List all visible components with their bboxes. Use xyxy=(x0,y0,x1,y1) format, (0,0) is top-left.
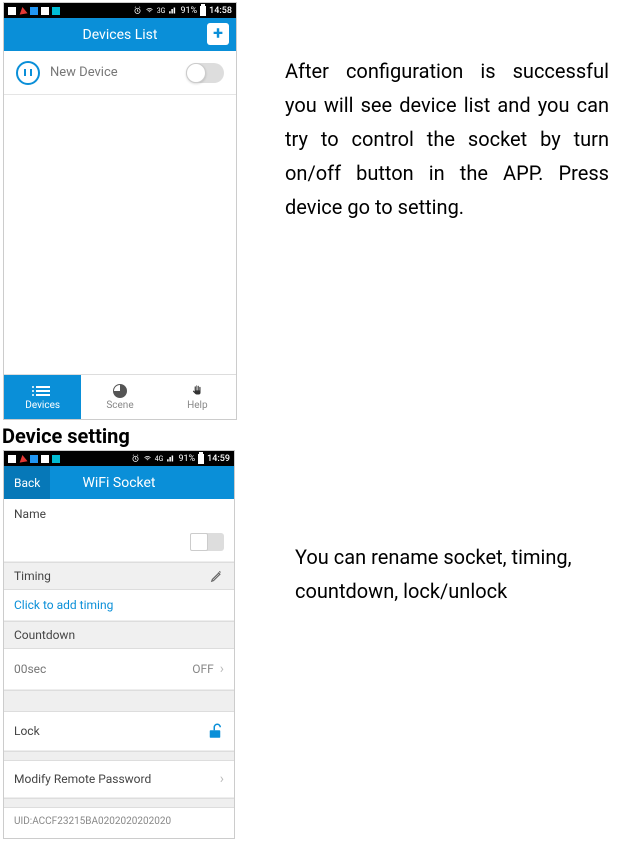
countdown-state: OFF xyxy=(192,662,214,676)
tab-label: Scene xyxy=(106,400,133,411)
countdown-row[interactable]: 00sec OFF › xyxy=(4,649,234,690)
modify-password-label: Modify Remote Password xyxy=(14,772,151,786)
alarm-icon xyxy=(131,454,140,463)
back-label: Back xyxy=(14,476,40,490)
chevron-right-icon: › xyxy=(220,661,224,677)
hand-icon xyxy=(188,384,206,398)
notif-icon xyxy=(52,455,60,463)
chevron-right-icon: › xyxy=(220,771,224,787)
lock-label: Lock xyxy=(14,724,40,738)
android-status-bar: 3G 91% 14:58 xyxy=(4,3,236,18)
name-input-row[interactable] xyxy=(4,523,234,562)
name-toggle[interactable] xyxy=(190,533,224,551)
list-icon xyxy=(34,384,52,398)
android-status-bar: 4G 91% 14:59 xyxy=(4,451,234,466)
battery-icon xyxy=(198,454,204,464)
tab-label: Help xyxy=(187,400,207,411)
screenshot-devices-list: 3G 91% 14:58 Devices List + New Device xyxy=(3,2,237,420)
lock-row[interactable]: Lock xyxy=(4,712,234,751)
notif-icon xyxy=(52,7,60,15)
timing-label-text: Timing xyxy=(14,569,51,583)
section-heading: Device setting xyxy=(2,424,629,448)
name-section-label: Name xyxy=(4,499,234,523)
add-timing-link[interactable]: Click to add timing xyxy=(4,590,234,621)
pie-icon xyxy=(111,384,129,398)
countdown-section-label: Countdown xyxy=(4,621,234,649)
wifi-icon xyxy=(143,454,152,463)
screenshot-wifi-socket: 4G 91% 14:59 Back WiFi Socket Name xyxy=(3,450,235,839)
tab-help[interactable]: Help xyxy=(159,375,236,419)
notif-icon xyxy=(30,7,38,15)
doc-paragraph-2: You can rename socket, timing, countdown… xyxy=(235,448,629,608)
notif-icon xyxy=(41,7,49,15)
countdown-value: 00sec xyxy=(14,662,46,676)
status-time: 14:58 xyxy=(209,6,232,16)
battery-percent: 91% xyxy=(178,454,195,464)
alarm-icon xyxy=(133,6,142,15)
app-header: Back WiFi Socket xyxy=(4,466,234,499)
header-title: Devices List xyxy=(83,27,158,43)
unlock-icon xyxy=(206,722,224,740)
status-time: 14:59 xyxy=(207,454,230,464)
device-name-label: New Device xyxy=(50,65,186,80)
signal-icon xyxy=(166,454,175,463)
tab-label: Devices xyxy=(25,400,60,411)
section-gap xyxy=(4,751,234,761)
wifi-icon xyxy=(145,6,154,15)
tab-devices[interactable]: Devices xyxy=(4,375,81,419)
section-gap xyxy=(4,690,234,712)
network-type: 4G xyxy=(155,455,164,463)
plus-icon: + xyxy=(207,23,229,45)
header-title: WiFi Socket xyxy=(82,475,155,491)
timing-section-label: Timing xyxy=(4,562,234,590)
modify-password-row[interactable]: Modify Remote Password › xyxy=(4,761,234,798)
doc-paragraph-1: After configuration is successful you wi… xyxy=(237,2,629,224)
notif-icon xyxy=(8,7,16,15)
back-button[interactable]: Back xyxy=(4,466,50,499)
notif-icon xyxy=(8,455,16,463)
tab-scene[interactable]: Scene xyxy=(81,375,158,419)
outlet-icon xyxy=(16,61,40,85)
app-header: Devices List + xyxy=(4,18,236,51)
device-power-toggle[interactable] xyxy=(186,63,224,83)
battery-percent: 91% xyxy=(180,6,197,16)
section-gap xyxy=(4,798,234,808)
device-list-item[interactable]: New Device xyxy=(4,51,236,95)
pencil-icon[interactable] xyxy=(210,569,224,583)
bottom-tab-bar: Devices Scene Help xyxy=(4,374,236,419)
notif-icon xyxy=(41,455,49,463)
notif-icon xyxy=(18,454,27,462)
signal-icon xyxy=(168,6,177,15)
network-type: 3G xyxy=(157,7,166,15)
notif-icon xyxy=(30,455,38,463)
notif-icon xyxy=(18,6,27,14)
add-device-button[interactable]: + xyxy=(206,22,230,46)
battery-icon xyxy=(200,6,206,16)
